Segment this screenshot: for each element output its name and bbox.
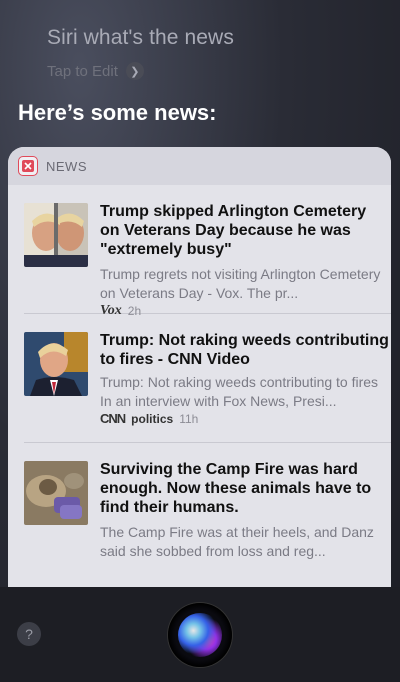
- card-header: NEWS: [8, 147, 391, 185]
- news-card: NEWS Trump skipped Arlington Cemetery on…: [8, 147, 391, 587]
- chevron-right-icon: ❯: [125, 62, 144, 80]
- tap-to-edit-button[interactable]: Tap to Edit ❯: [47, 62, 144, 80]
- news-time: 11h: [179, 411, 199, 426]
- tap-to-edit-label: Tap to Edit: [47, 62, 118, 80]
- siri-response-heading: Here’s some news:: [18, 100, 217, 125]
- news-title: Trump skipped Arlington Cemetery on Vete…: [100, 203, 367, 258]
- cnn-logo: CNN: [100, 411, 126, 426]
- news-snippet: Trump: Not raking weeds contributing to …: [100, 374, 379, 409]
- news-snippet: The Camp Fire was at their heels, and Da…: [100, 524, 374, 559]
- news-thumbnail: [24, 461, 88, 525]
- siri-icon[interactable]: [168, 603, 232, 667]
- news-app-label: NEWS: [46, 158, 87, 174]
- news-item[interactable]: Surviving the Camp Fire was hard enough.…: [24, 443, 391, 571]
- news-section: politics: [131, 411, 174, 426]
- news-thumbnail: [24, 203, 88, 267]
- news-snippet: Trump regrets not visiting Arlington Cem…: [100, 266, 381, 301]
- news-item[interactable]: Trump skipped Arlington Cemetery on Vete…: [24, 185, 391, 318]
- siri-orb-glow: [178, 613, 222, 657]
- news-item[interactable]: Trump: Not raking weeds contributing to …: [24, 314, 391, 443]
- news-app-icon: [18, 156, 38, 176]
- news-meta: CNN politics 11h: [100, 411, 198, 426]
- news-title: Surviving the Camp Fire was hard enough.…: [100, 461, 372, 516]
- help-icon[interactable]: ?: [17, 622, 41, 646]
- news-title: Trump: Not raking weeds contributing to …: [100, 332, 389, 368]
- siri-query: Siri what's the news: [47, 26, 234, 49]
- news-thumbnail: [24, 332, 88, 396]
